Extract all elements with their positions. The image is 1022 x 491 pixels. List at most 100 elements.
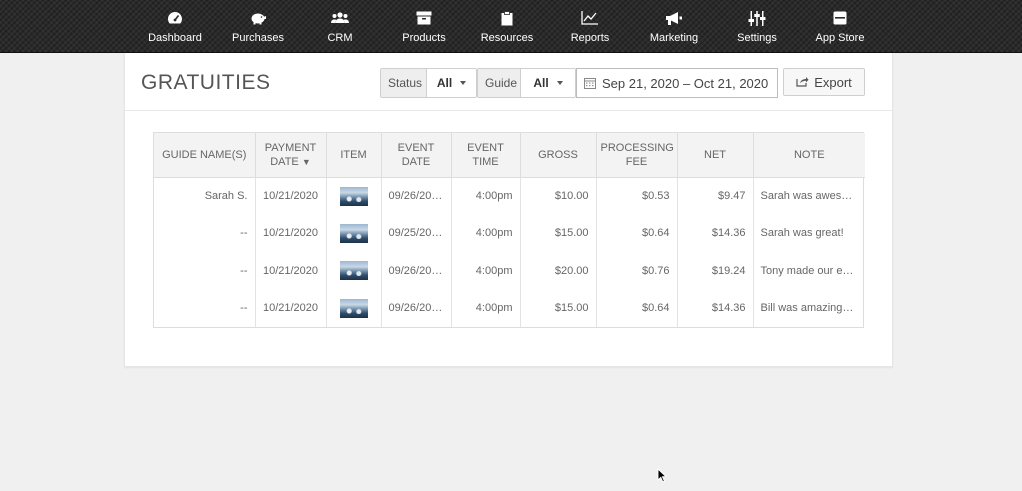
header-label: NOTE xyxy=(793,148,825,161)
cell-net: $14.36 xyxy=(677,214,754,252)
date-range-picker[interactable]: Sep 21, 2020 – Oct 21, 2020 xyxy=(576,68,778,98)
date-range-value: Sep 21, 2020 – Oct 21, 2020 xyxy=(602,75,769,91)
nav-item-app-store[interactable]: App Store xyxy=(812,0,868,53)
cell-processing-fee: $0.64 xyxy=(596,214,678,252)
gratuities-panel: GRATUITIES Status All Guide All Sep 21, … xyxy=(124,53,893,367)
cell-event-date: 09/26/2020 xyxy=(381,252,452,290)
header-label: TIME xyxy=(472,155,499,168)
header-label: EVENT xyxy=(467,141,504,154)
column-header-processing-fee[interactable]: PROCESSING FEE xyxy=(596,133,678,178)
status-filter-label: Status xyxy=(381,69,427,97)
cell-guide: -- xyxy=(154,214,256,252)
guide-filter-value: All xyxy=(533,76,549,90)
megaphone-icon xyxy=(665,10,683,26)
table-row[interactable]: Sarah S. 10/21/2020 09/26/2020 4:00pm $1… xyxy=(154,177,865,215)
mouse-cursor-icon xyxy=(657,467,668,488)
header-label: DATE xyxy=(270,155,299,168)
header-label: PROCESSING xyxy=(600,141,674,154)
dashboard-icon xyxy=(167,10,183,26)
nav-label: Settings xyxy=(737,32,777,44)
nav-label: Dashboard xyxy=(148,32,202,44)
clipboard-icon xyxy=(501,10,513,26)
table-row[interactable]: -- 10/21/2020 09/26/2020 4:00pm $20.00 $… xyxy=(154,252,865,290)
status-filter-value: All xyxy=(436,76,453,90)
cell-event-date: 09/26/2020 xyxy=(381,177,452,215)
cell-payment-date: 10/21/2020 xyxy=(255,177,327,215)
nav-item-crm[interactable]: CRM xyxy=(320,0,360,53)
table-header-row: GUIDE NAME(S) PAYMENT DATE ▼ ITEM EVENT … xyxy=(154,133,865,178)
line-chart-icon xyxy=(581,10,599,26)
nav-label: Purchases xyxy=(232,32,284,44)
top-navigation: Dashboard Purchases CRM Products Resourc… xyxy=(0,0,1022,53)
header-label: ITEM xyxy=(340,148,367,161)
nav-item-purchases[interactable]: Purchases xyxy=(230,0,286,53)
cell-processing-fee: $0.76 xyxy=(596,252,678,290)
header-label: GUIDE NAME(S) xyxy=(162,148,247,161)
cell-note: Sarah was great! xyxy=(760,227,844,240)
table-row[interactable]: -- 10/21/2020 09/25/2020 4:00pm $15.00 $… xyxy=(154,214,865,252)
nav-item-settings[interactable]: Settings xyxy=(733,0,781,53)
table-row[interactable]: -- 10/21/2020 09/26/2020 4:00pm $15.00 $… xyxy=(154,289,865,327)
item-thumbnail[interactable] xyxy=(339,223,368,243)
header-label: NET xyxy=(704,148,726,161)
cell-item xyxy=(326,289,382,327)
header-label: EVENT xyxy=(397,141,435,154)
column-header-event-date[interactable]: EVENT DATE xyxy=(381,133,452,178)
nav-item-reports[interactable]: Reports xyxy=(568,0,612,53)
sliders-icon xyxy=(748,10,766,26)
nav-item-products[interactable]: Products xyxy=(397,0,451,53)
cell-net: $19.24 xyxy=(677,252,754,290)
header-label: DATE xyxy=(401,155,431,168)
guide-filter-dropdown[interactable]: All xyxy=(521,69,575,97)
export-button[interactable]: Export xyxy=(783,68,865,96)
cell-guide: -- xyxy=(154,252,256,290)
nav-label: App Store xyxy=(815,32,865,44)
header-label: PAYMENT xyxy=(264,141,317,154)
cell-guide: -- xyxy=(154,289,256,327)
panel-header: GRATUITIES Status All Guide All Sep 21, … xyxy=(125,53,892,111)
column-header-note[interactable]: NOTE xyxy=(753,133,865,178)
nav-label: Reports xyxy=(570,32,610,44)
cell-note: Bill was amazing… xyxy=(760,302,854,315)
gratuities-table: GUIDE NAME(S) PAYMENT DATE ▼ ITEM EVENT … xyxy=(153,132,865,328)
sort-descending-icon: ▼ xyxy=(301,156,311,167)
item-thumbnail[interactable] xyxy=(339,186,368,206)
cell-gross: $10.00 xyxy=(520,177,597,215)
item-thumbnail[interactable] xyxy=(339,261,368,281)
cell-event-date: 09/26/2020 xyxy=(381,289,452,327)
nav-item-dashboard[interactable]: Dashboard xyxy=(147,0,203,53)
nav-item-marketing[interactable]: Marketing xyxy=(646,0,702,53)
nav-label: Products xyxy=(402,32,446,44)
guide-filter-label: Guide xyxy=(478,69,521,97)
users-icon xyxy=(331,10,349,26)
box-icon xyxy=(416,10,432,26)
caret-down-icon xyxy=(556,81,563,85)
store-icon xyxy=(833,10,847,26)
column-header-gross[interactable]: GROSS xyxy=(520,133,597,178)
cell-net: $9.47 xyxy=(677,177,754,215)
cell-guide: Sarah S. xyxy=(154,177,256,215)
cell-processing-fee: $0.64 xyxy=(596,289,678,327)
caret-down-icon xyxy=(460,81,467,85)
cell-processing-fee: $0.53 xyxy=(596,177,678,215)
item-thumbnail[interactable] xyxy=(339,298,368,318)
cell-event-time: 4:00pm xyxy=(451,177,521,215)
cell-payment-date: 10/21/2020 xyxy=(255,214,327,252)
column-header-net[interactable]: NET xyxy=(677,133,754,178)
status-filter-dropdown[interactable]: All xyxy=(427,69,476,97)
calendar-icon xyxy=(584,77,596,89)
cell-gross: $15.00 xyxy=(520,214,597,252)
header-label: FEE xyxy=(625,155,648,168)
column-header-event-time[interactable]: EVENT TIME xyxy=(451,133,521,178)
header-label: GROSS xyxy=(538,148,578,161)
cell-item xyxy=(326,252,382,290)
cell-payment-date: 10/21/2020 xyxy=(255,289,327,327)
nav-item-resources[interactable]: Resources xyxy=(478,0,536,53)
column-header-guide[interactable]: GUIDE NAME(S) xyxy=(154,133,256,178)
cell-payment-date: 10/21/2020 xyxy=(255,252,327,290)
column-header-item[interactable]: ITEM xyxy=(326,133,382,178)
nav-label: Resources xyxy=(480,32,534,44)
column-header-payment-date[interactable]: PAYMENT DATE ▼ xyxy=(255,133,327,178)
nav-label: CRM xyxy=(327,32,353,44)
page-title: GRATUITIES xyxy=(141,71,271,94)
